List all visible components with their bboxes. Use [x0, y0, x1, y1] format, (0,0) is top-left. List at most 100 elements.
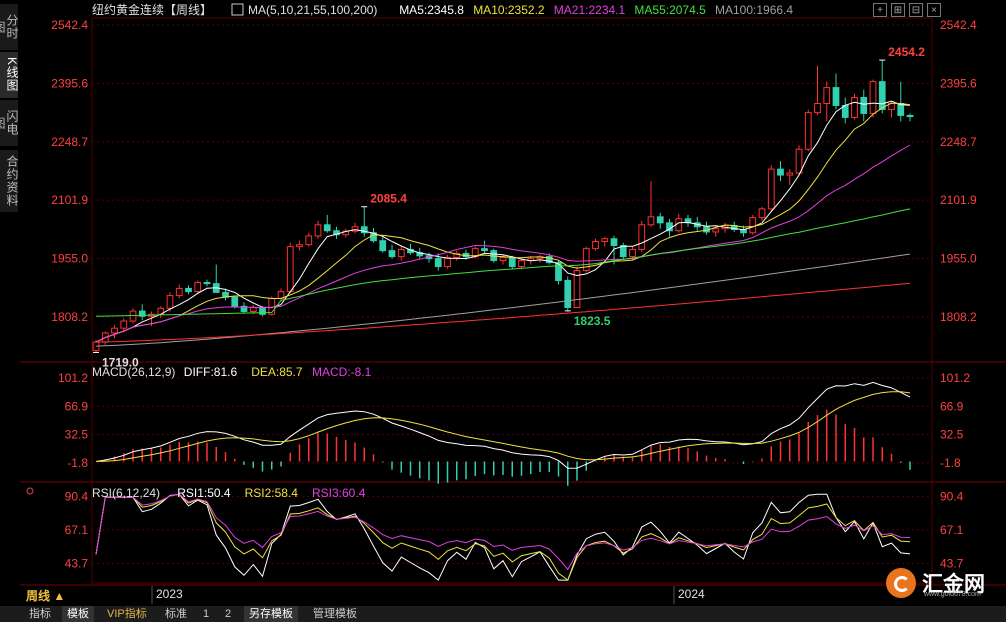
- candle-body: [434, 258, 442, 268]
- candle: [601, 236, 609, 247]
- candle: [619, 242, 627, 259]
- price-axis-left-label: 1808.2: [51, 310, 88, 324]
- price-axis-right-label: 2248.7: [940, 135, 977, 149]
- candle-body: [851, 97, 858, 118]
- candle-body: [767, 168, 775, 210]
- tab-standard[interactable]: 标准: [160, 606, 192, 622]
- candle: [703, 221, 710, 235]
- candle-body: [647, 216, 655, 226]
- price-axis-left-label: 1955.0: [51, 252, 88, 266]
- annotation-low: 1823.5: [574, 314, 611, 328]
- candle: [758, 206, 766, 221]
- rsi-value-1: RSI2:58.4: [245, 486, 299, 500]
- candle-body: [601, 238, 609, 242]
- ma-settings-icon: [231, 3, 244, 16]
- expand-icon[interactable]: +: [873, 3, 887, 17]
- rsi-label: RSI(6,12,24): [92, 486, 160, 500]
- tab-vip-indicator[interactable]: VIP指标: [102, 606, 152, 622]
- price-axis-left-label: 2395.6: [51, 76, 88, 90]
- candle: [194, 280, 202, 294]
- candle-body: [397, 248, 405, 258]
- price-axis-right-label: 2395.6: [940, 76, 977, 90]
- macd-value-0: DIFF:81.6: [184, 365, 238, 379]
- price-axis-left-label: 2101.9: [51, 193, 88, 207]
- close-icon[interactable]: ×: [927, 3, 941, 17]
- candle: [777, 161, 784, 182]
- price-axis-right-label: 1808.2: [940, 310, 977, 324]
- candle: [157, 306, 165, 319]
- candle-body: [860, 97, 868, 114]
- candle: [906, 113, 914, 122]
- candle: [638, 220, 646, 252]
- candle: [305, 232, 313, 247]
- candle-body: [120, 320, 128, 329]
- side-tab-timeshare[interactable]: 分时图: [0, 4, 19, 50]
- price-axis-right-label: 2542.4: [940, 18, 977, 32]
- rsi-axis-left-label: 43.7: [65, 556, 89, 570]
- candle-body: [249, 307, 257, 312]
- chart-title: 纽约黄金连续【周线】: [92, 2, 212, 17]
- candle-body: [296, 244, 303, 248]
- candle-body: [749, 217, 757, 234]
- candle-body: [638, 224, 646, 250]
- candle: [203, 279, 211, 287]
- period-selector[interactable]: 周线 ▲: [26, 588, 65, 604]
- tab-save-template[interactable]: 另存模板: [244, 606, 298, 622]
- candle-body: [175, 287, 183, 297]
- candle: [323, 214, 331, 233]
- candle-body: [286, 246, 294, 293]
- side-tab-flash[interactable]: 闪电图: [0, 100, 19, 146]
- tab-template[interactable]: 模板: [62, 606, 94, 622]
- tab-2[interactable]: 2: [220, 606, 236, 622]
- rsi-axis-right-label: 67.1: [940, 523, 964, 537]
- candle: [185, 285, 192, 295]
- candle: [730, 221, 738, 232]
- candle: [388, 244, 396, 259]
- candle-body: [518, 260, 525, 268]
- kline-chart[interactable]: 2542.4 2542.42395.6 2395.62248.7 2248.72101…: [0, 0, 1006, 622]
- rsi-value-0: RSI1:50.4: [177, 486, 231, 500]
- candle-body: [379, 240, 387, 252]
- candle-body: [508, 256, 516, 268]
- candle: [536, 254, 544, 263]
- candle-body: [712, 228, 720, 233]
- rsi3-line: [95, 493, 911, 571]
- tab-indicator[interactable]: 指标: [24, 606, 56, 622]
- candle: [351, 222, 359, 234]
- zoom-out-icon[interactable]: ⊟: [909, 3, 923, 17]
- candle: [231, 295, 239, 309]
- logo-icon: [886, 568, 916, 598]
- candle: [342, 228, 350, 238]
- candle: [286, 242, 294, 294]
- macd-axis-left-label: 66.9: [65, 399, 89, 413]
- candle-body: [305, 235, 313, 246]
- ma-value-0: MA5:2345.8: [399, 3, 464, 17]
- candle: [786, 169, 794, 186]
- macd-axis-right-label: 101.2: [940, 371, 970, 385]
- candle: [564, 276, 572, 311]
- tab-1[interactable]: 1: [198, 606, 214, 622]
- side-tab-kline[interactable]: K线图: [0, 52, 19, 98]
- macd-diff-line: [95, 381, 911, 469]
- candle-body: [804, 112, 812, 150]
- ma10-line: [95, 102, 911, 343]
- zoom-in-icon[interactable]: ⊞: [891, 3, 905, 17]
- candle-body: [869, 81, 877, 114]
- candle: [296, 240, 303, 251]
- candle: [841, 97, 849, 124]
- logo: 汇金网 www.gold678.com: [880, 566, 1006, 600]
- candle-body: [444, 256, 451, 268]
- ma-label: MA(5,10,21,55,100,200): [248, 3, 377, 17]
- macd-axis-left-label: 101.2: [58, 371, 88, 385]
- macd-axis-left-label: 32.5: [65, 428, 89, 442]
- side-tab-contract-info[interactable]: 合约资料: [0, 150, 19, 212]
- candle-body: [314, 224, 322, 237]
- price-axis-left-label: 2248.7: [51, 135, 88, 149]
- ma-value-3: MA55:2074.5: [634, 3, 706, 17]
- annotation-mid-high: 2085.4: [370, 192, 407, 206]
- annotation-high: 2454.2: [888, 45, 925, 59]
- candle: [138, 304, 146, 321]
- tab-manage-template[interactable]: 管理模板: [308, 606, 362, 622]
- ma-value-4: MA100:1966.4: [715, 3, 793, 17]
- candle-body: [610, 238, 618, 246]
